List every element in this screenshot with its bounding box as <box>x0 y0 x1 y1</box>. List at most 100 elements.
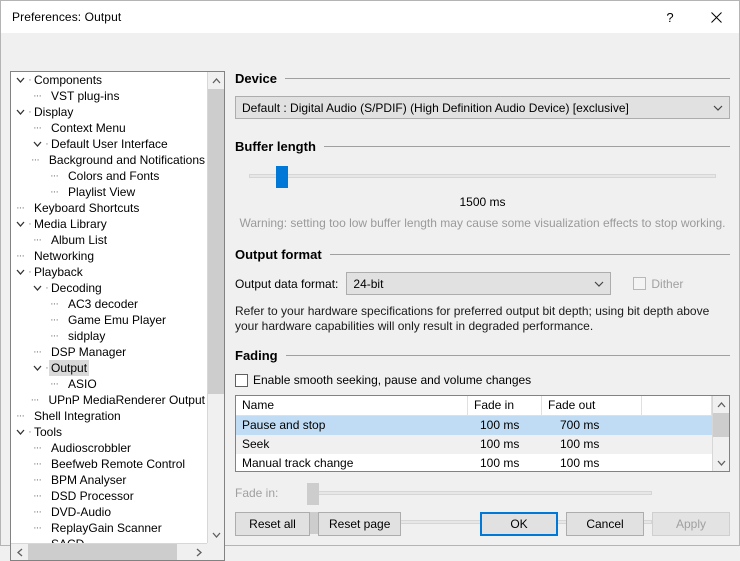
tree-leaf-connector-icon: ··· <box>47 168 61 184</box>
scroll-up-icon[interactable] <box>713 396 729 413</box>
tree-leaf-connector-icon: ··· <box>30 488 44 504</box>
chevron-down-icon[interactable] <box>30 365 44 371</box>
chevron-down-icon[interactable] <box>588 281 610 287</box>
tree-item-ac3-decoder[interactable]: ···AC3 decoder <box>11 296 207 312</box>
tree-item-media-library[interactable]: ·Media Library <box>11 216 207 232</box>
tree-item-output[interactable]: ·Output <box>11 360 207 376</box>
enable-smooth-label: Enable smooth seeking, pause and volume … <box>253 373 531 387</box>
slider-thumb[interactable] <box>276 166 288 188</box>
tree-leaf-connector-icon: ··· <box>30 456 44 472</box>
column-header-fade-out[interactable]: Fade out <box>542 396 642 415</box>
group-divider <box>285 78 730 79</box>
apply-button[interactable]: Apply <box>652 512 730 536</box>
chevron-down-icon[interactable] <box>13 429 27 435</box>
tree-item-background-and-notifications[interactable]: ···Background and Notifications <box>11 152 207 168</box>
dither-checkbox-row[interactable]: Dither <box>633 277 683 291</box>
chevron-down-icon[interactable] <box>707 105 729 111</box>
chevron-down-icon[interactable] <box>13 221 27 227</box>
fading-list[interactable]: Name Fade in Fade out Pause and stop100 … <box>235 395 730 472</box>
fading-row[interactable]: Manual track change100 ms100 ms <box>236 454 712 471</box>
tree-item-replaygain-scanner[interactable]: ···ReplayGain Scanner <box>11 520 207 536</box>
group-divider <box>286 355 730 356</box>
tree-item-label: DSP Manager <box>49 344 128 360</box>
fading-row-name: Manual track change <box>236 454 474 471</box>
tree-item-tools[interactable]: ·Tools <box>11 424 207 440</box>
scroll-left-icon[interactable] <box>11 544 28 560</box>
tree-item-vst-plug-ins[interactable]: ···VST plug-ins <box>11 88 207 104</box>
column-header-name[interactable]: Name <box>236 396 468 415</box>
chevron-down-icon[interactable] <box>13 109 27 115</box>
tree-item-dsd-processor[interactable]: ···DSD Processor <box>11 488 207 504</box>
enable-smooth-checkbox[interactable] <box>235 374 248 387</box>
tree-leaf-connector-icon: ··· <box>30 440 44 456</box>
window-controls: ? <box>647 1 739 33</box>
tree-item-audioscrobbler[interactable]: ···Audioscrobbler <box>11 440 207 456</box>
device-combobox[interactable]: Default : Digital Audio (S/PDIF) (High D… <box>235 96 730 119</box>
tree-item-upnp-mediarenderer-output[interactable]: ···UPnP MediaRenderer Output <box>11 392 207 408</box>
cancel-button[interactable]: Cancel <box>566 512 644 536</box>
tree-item-sacd[interactable]: ···SACD <box>11 536 207 543</box>
reset-page-button[interactable]: Reset page <box>318 512 401 536</box>
tree-item-label: Album List <box>49 232 109 248</box>
tree-item-default-user-interface[interactable]: ·Default User Interface <box>11 136 207 152</box>
tree-vscroll-thumb[interactable] <box>208 89 224 394</box>
tree-item-game-emu-player[interactable]: ···Game Emu Player <box>11 312 207 328</box>
tree-hscroll-thumb[interactable] <box>28 544 177 560</box>
dither-checkbox[interactable] <box>633 277 646 290</box>
fading-list-scrollbar[interactable] <box>712 396 729 471</box>
tree-item-label: Default User Interface <box>49 136 170 152</box>
tree-item-beefweb-remote-control[interactable]: ···Beefweb Remote Control <box>11 456 207 472</box>
tree-item-asio[interactable]: ···ASIO <box>11 376 207 392</box>
tree-item-keyboard-shortcuts[interactable]: ···Keyboard Shortcuts <box>11 200 207 216</box>
fading-list-scroll-thumb[interactable] <box>713 413 729 437</box>
chevron-down-icon[interactable] <box>30 141 44 147</box>
fading-row[interactable]: Pause and stop100 ms700 ms <box>236 416 712 435</box>
fading-row-fade-out: 100 ms <box>554 435 660 454</box>
enable-smooth-checkbox-row[interactable]: Enable smooth seeking, pause and volume … <box>235 373 730 387</box>
column-header-blank[interactable] <box>642 396 712 415</box>
tree-item-sidplay[interactable]: ···sidplay <box>11 328 207 344</box>
tree-item-bpm-analyser[interactable]: ···BPM Analyser <box>11 472 207 488</box>
chevron-down-icon[interactable] <box>13 269 27 275</box>
chevron-down-icon[interactable] <box>30 285 44 291</box>
scroll-up-icon[interactable] <box>208 72 224 89</box>
tree-item-shell-integration[interactable]: ···Shell Integration <box>11 408 207 424</box>
buffer-group-header: Buffer length <box>235 139 730 154</box>
close-icon[interactable] <box>693 1 739 33</box>
fading-row[interactable]: Seek100 ms100 ms <box>236 435 712 454</box>
tree-item-dsp-manager[interactable]: ···DSP Manager <box>11 344 207 360</box>
scroll-right-icon[interactable] <box>190 544 207 560</box>
ok-button[interactable]: OK <box>480 512 558 536</box>
tree-item-label: SACD <box>49 536 86 543</box>
column-header-fade-in[interactable]: Fade in <box>468 396 542 415</box>
tree-vertical-scrollbar[interactable] <box>207 72 224 543</box>
tree-item-album-list[interactable]: ···Album List <box>11 232 207 248</box>
tree-item-label: Playback <box>32 264 85 280</box>
scroll-down-icon[interactable] <box>713 454 729 471</box>
tree-item-dvd-audio[interactable]: ···DVD-Audio <box>11 504 207 520</box>
tree-item-colors-and-fonts[interactable]: ···Colors and Fonts <box>11 168 207 184</box>
tree-leaf-connector-icon: ··· <box>47 184 61 200</box>
device-group-header: Device <box>235 71 730 86</box>
tree-item-label: Context Menu <box>49 120 128 136</box>
tree-item-label: sidplay <box>66 328 107 344</box>
fade-in-slider[interactable] <box>307 480 652 506</box>
tree-item-label: Output <box>49 360 89 376</box>
tree-item-context-menu[interactable]: ···Context Menu <box>11 120 207 136</box>
tree-item-playback[interactable]: ·Playback <box>11 264 207 280</box>
help-icon[interactable]: ? <box>647 1 693 33</box>
tree-item-networking[interactable]: ···Networking <box>11 248 207 264</box>
output-data-format-combobox[interactable]: 24-bit <box>346 272 611 295</box>
tree-item-components[interactable]: ·Components <box>11 72 207 88</box>
settings-tree[interactable]: ·Components···VST plug-ins·Display···Con… <box>10 71 225 561</box>
reset-all-button[interactable]: Reset all <box>235 512 310 536</box>
tree-item-playlist-view[interactable]: ···Playlist View <box>11 184 207 200</box>
chevron-down-icon[interactable] <box>13 77 27 83</box>
tree-item-decoding[interactable]: ·Decoding <box>11 280 207 296</box>
output-data-format-label: Output data format: <box>235 277 338 291</box>
slider-thumb[interactable] <box>307 483 319 505</box>
fading-list-viewport: Name Fade in Fade out Pause and stop100 … <box>236 396 712 471</box>
tree-item-display[interactable]: ·Display <box>11 104 207 120</box>
scroll-down-icon[interactable] <box>208 526 224 543</box>
buffer-length-slider[interactable] <box>249 163 716 189</box>
